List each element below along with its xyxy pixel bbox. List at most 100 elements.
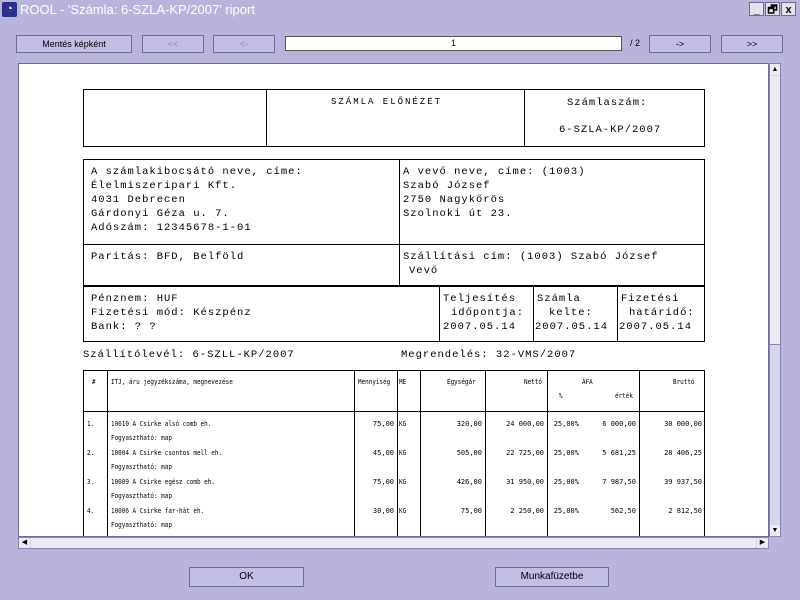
cell-pct: 25,00% — [553, 478, 579, 486]
scroll-left-icon[interactable]: ◀ — [19, 538, 30, 548]
cell-sub: Fogyasztható: map — [111, 463, 172, 471]
col-header-desc: ITJ, áru jegyzékszáma, megnevezése — [111, 378, 233, 386]
cell-vat: 5 681,25 — [602, 449, 636, 457]
save-as-image-button[interactable]: Mentés képként — [16, 35, 132, 53]
buyer-name: Szabó József — [403, 180, 491, 192]
cell-price: 75,00 — [460, 507, 482, 515]
minimize-button[interactable]: _ — [749, 2, 764, 16]
restore-button[interactable]: 🗗 — [765, 2, 780, 16]
cell-price: 426,00 — [456, 478, 482, 486]
horizontal-scroll-thumb[interactable] — [31, 538, 756, 548]
scroll-down-icon[interactable]: ▼ — [770, 525, 780, 536]
last-page-button[interactable]: >> — [721, 35, 783, 53]
cell-gross: 2 812,50 — [668, 507, 702, 515]
cell-pct: 25,00% — [553, 449, 579, 457]
vertical-scroll-thumb[interactable] — [770, 76, 780, 345]
scroll-up-icon[interactable]: ▲ — [770, 64, 780, 75]
window-title: ROOL - 'Számla: 6-SZLA-KP/2007' riport — [20, 2, 255, 17]
col-header-net: Nettó — [524, 378, 542, 386]
page-number-input[interactable]: 1 — [285, 36, 622, 51]
due-date-label2: határidő: — [629, 307, 695, 319]
fulfillment-label1: Teljesítés — [443, 293, 517, 305]
col-header-gross: Bruttó — [673, 378, 695, 386]
bank: Bank: ? ? — [91, 321, 157, 333]
col-header-vat: ÁFA — [582, 378, 593, 386]
cell-desc: 10006 A Csirke far-hát eh. — [111, 507, 205, 515]
cell-sub: Fogyasztható: map — [111, 492, 172, 500]
col-header-vat-pct: % — [559, 392, 563, 400]
cell-qty: 75,00 — [372, 420, 394, 428]
buyer-label: A vevő neve, címe: (1003) — [403, 166, 586, 178]
fulfillment-date: 2007.05.14 — [443, 321, 517, 333]
cell-vat: 6 000,00 — [602, 420, 636, 428]
cell-vat: 7 987,50 — [602, 478, 636, 486]
cell-no: 3. — [87, 478, 95, 486]
cell-desc: 10009 A Csirke egész comb eh. — [111, 478, 215, 486]
invoice-number: 6-SZLA-KP/2007 — [559, 124, 662, 136]
cell-net: 2 250,00 — [510, 507, 544, 515]
buyer-street: Szolnoki út 23. — [403, 208, 513, 220]
scroll-right-icon[interactable]: ▶ — [757, 538, 768, 548]
currency: Pénznem: HUF — [91, 293, 179, 305]
cell-sub: Fogyasztható: map — [111, 434, 172, 442]
to-workbook-button[interactable]: Munkafüzetbe — [495, 567, 609, 587]
cell-unit: KG — [399, 449, 407, 457]
cell-gross: 28 406,25 — [664, 449, 702, 457]
cell-pct: 25,00% — [553, 420, 579, 428]
next-page-button[interactable]: -> — [649, 35, 711, 53]
ok-button[interactable]: OK — [189, 567, 304, 587]
issuer-tax-number: Adószám: 12345678-1-01 — [91, 222, 252, 234]
page-total: / 2 — [630, 38, 641, 48]
cell-gross: 39 937,50 — [664, 478, 702, 486]
delivery-note: Szállítólevél: 6-SZLL-KP/2007 — [83, 349, 295, 361]
cell-no: 1. — [87, 420, 95, 428]
app-icon: ◔ — [2, 2, 17, 17]
col-header-qty: Mennyiség — [358, 378, 391, 386]
cell-price: 505,00 — [456, 449, 482, 457]
cell-net: 22 725,00 — [506, 449, 544, 457]
cell-unit: KG — [399, 420, 407, 428]
cell-unit: KG — [399, 478, 407, 486]
invoice-date-label2: kelte: — [549, 307, 593, 319]
cell-vat: 562,50 — [610, 507, 636, 515]
close-button[interactable]: x — [781, 2, 796, 16]
cell-no: 2. — [87, 449, 95, 457]
issuer-city: 4031 Debrecen — [91, 194, 186, 206]
cell-unit: KG — [399, 507, 407, 515]
parity: Paritás: BFD, Belföld — [91, 251, 245, 263]
cell-no: 4. — [87, 507, 95, 515]
due-date: 2007.05.14 — [619, 321, 693, 333]
horizontal-scrollbar[interactable]: ◀ ▶ — [18, 537, 769, 549]
report-viewport: SZÁMLA ELŐNÉZET Számlaszám: 6-SZLA-KP/20… — [18, 63, 769, 537]
col-header-vat-value: érték — [615, 392, 633, 400]
cell-net: 24 000,00 — [506, 420, 544, 428]
cell-gross: 30 000,00 — [664, 420, 702, 428]
cell-desc: 10010 A Csirke alsó comb eh. — [111, 420, 212, 428]
prev-page-button[interactable]: <- — [213, 35, 275, 53]
invoice-number-label: Számlaszám: — [567, 97, 648, 109]
issuer-name: Élelmiszeripari Kft. — [91, 180, 238, 192]
delivery-address-line1: Szállítási cím: (1003) Szabó József — [403, 251, 659, 263]
title-bar: ◔ ROOL - 'Számla: 6-SZLA-KP/2007' riport… — [0, 0, 800, 20]
fulfillment-label2: időpontja: — [451, 307, 525, 319]
invoice-date: 2007.05.14 — [535, 321, 609, 333]
vertical-scrollbar[interactable]: ▲ ▼ — [769, 63, 781, 537]
due-date-label1: Fizetési — [621, 293, 680, 305]
invoice-preview-title: SZÁMLA ELŐNÉZET — [331, 97, 443, 107]
col-header-unit: ME — [399, 378, 407, 386]
cell-price: 320,00 — [456, 420, 482, 428]
cell-qty: 30,00 — [372, 507, 394, 515]
cell-qty: 75,00 — [372, 478, 394, 486]
buyer-city: 2750 Nagykőrös — [403, 194, 506, 206]
col-header-no: # — [92, 378, 96, 386]
issuer-label: A számlakibocsátó neve, címe: — [91, 166, 303, 178]
order-number: Megrendelés: 32-VMS/2007 — [401, 349, 577, 361]
first-page-button[interactable]: << — [142, 35, 204, 53]
issuer-street: Gárdonyi Géza u. 7. — [91, 208, 230, 220]
col-header-price: Egységár — [447, 378, 476, 386]
invoice-date-label1: Számla — [537, 293, 581, 305]
payment-method: Fizetési mód: Készpénz — [91, 307, 252, 319]
cell-sub: Fogyasztható: map — [111, 521, 172, 529]
cell-qty: 45,00 — [372, 449, 394, 457]
cell-net: 31 950,00 — [506, 478, 544, 486]
